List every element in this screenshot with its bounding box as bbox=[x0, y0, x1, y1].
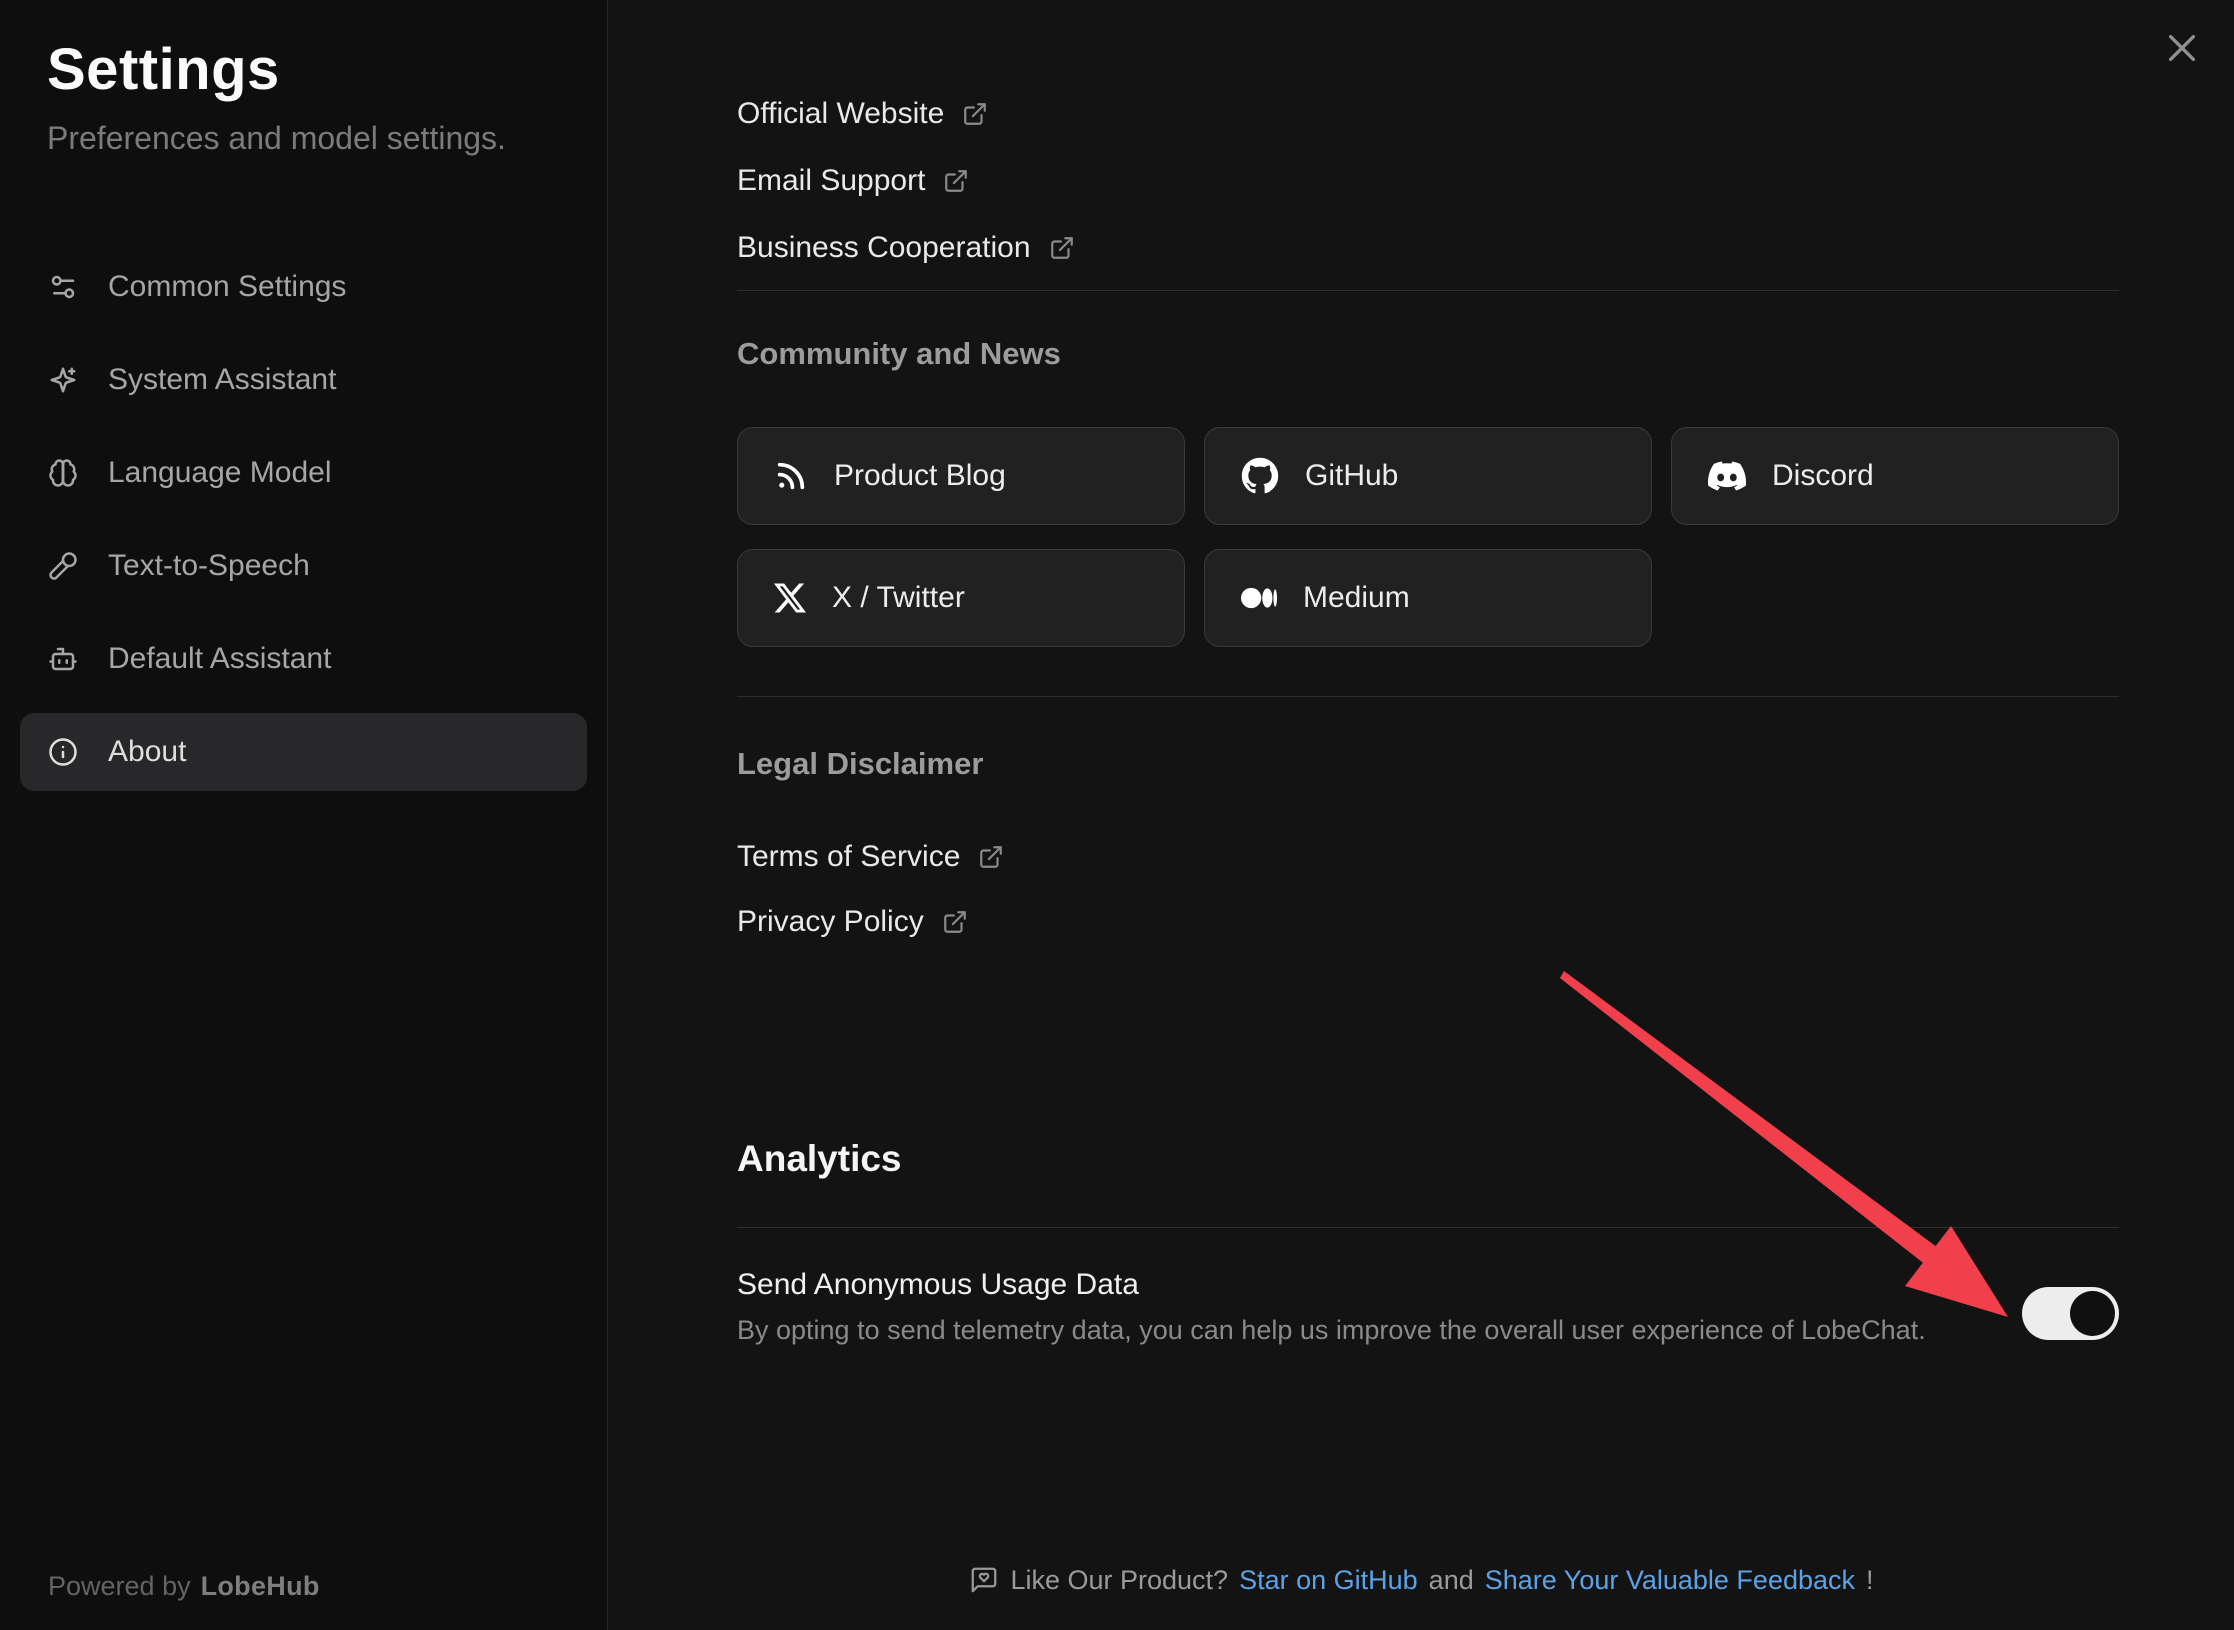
button-label: X / Twitter bbox=[832, 581, 965, 615]
link-label: Privacy Policy bbox=[737, 905, 924, 939]
external-link-icon bbox=[943, 168, 969, 194]
email-support-link[interactable]: Email Support bbox=[737, 159, 2119, 203]
github-button[interactable]: GitHub bbox=[1204, 427, 1652, 525]
sidebar-item-label: Default Assistant bbox=[108, 642, 331, 676]
sidebar-item-label: Text-to-Speech bbox=[108, 549, 310, 583]
sidebar-item-label: About bbox=[108, 735, 186, 769]
button-label: Product Blog bbox=[834, 459, 1006, 493]
usage-data-toggle[interactable] bbox=[2022, 1287, 2119, 1340]
link-label: Terms of Service bbox=[737, 840, 960, 874]
analytics-setting-text: Send Anonymous Usage Data By opting to s… bbox=[737, 1264, 2022, 1349]
analytics-setting-row: Send Anonymous Usage Data By opting to s… bbox=[737, 1264, 2119, 1349]
toggle-knob bbox=[2070, 1291, 2115, 1336]
usage-data-label: Send Anonymous Usage Data bbox=[737, 1264, 2022, 1306]
community-buttons: Product Blog GitHub Discord X / Twitter … bbox=[737, 427, 2119, 647]
footer-text: and bbox=[1429, 1562, 1474, 1598]
sidebar-item-common-settings[interactable]: Common Settings bbox=[20, 248, 587, 326]
sidebar-item-default-assistant[interactable]: Default Assistant bbox=[20, 620, 587, 698]
contact-links: Official Website Email Support Business … bbox=[737, 92, 2119, 270]
rss-icon bbox=[774, 459, 808, 493]
lobehub-brand[interactable]: LobeHub bbox=[201, 1571, 320, 1602]
settings-nav: Common Settings System Assistant Languag… bbox=[20, 248, 587, 791]
bot-icon bbox=[48, 644, 78, 674]
github-icon bbox=[1241, 457, 1279, 495]
sparkles-icon bbox=[48, 365, 78, 395]
sidebar-item-label: System Assistant bbox=[108, 363, 336, 397]
external-link-icon bbox=[942, 909, 968, 935]
section-divider bbox=[737, 1227, 2119, 1228]
contact-us-title: Contact Us bbox=[737, 0, 2119, 8]
button-label: Medium bbox=[1303, 581, 1410, 615]
terms-of-service-link[interactable]: Terms of Service bbox=[737, 835, 2119, 879]
sidebar-item-language-model[interactable]: Language Model bbox=[20, 434, 587, 512]
product-blog-button[interactable]: Product Blog bbox=[737, 427, 1185, 525]
legal-links: Terms of Service Privacy Policy bbox=[737, 835, 2119, 944]
business-cooperation-link[interactable]: Business Cooperation bbox=[737, 226, 2119, 270]
link-label: Business Cooperation bbox=[737, 231, 1031, 265]
feedback-footer: Like Our Product? Star on GitHub and Sha… bbox=[609, 1562, 2234, 1598]
powered-by: Powered by LobeHub bbox=[48, 1571, 320, 1602]
link-label: Email Support bbox=[737, 164, 925, 198]
button-label: Discord bbox=[1772, 459, 1874, 493]
legal-title: Legal Disclaimer bbox=[737, 742, 2119, 786]
sliders-icon bbox=[48, 272, 78, 302]
page-title: Settings bbox=[47, 34, 560, 106]
x-twitter-icon bbox=[774, 582, 806, 614]
sidebar-item-text-to-speech[interactable]: Text-to-Speech bbox=[20, 527, 587, 605]
mic-icon bbox=[48, 551, 78, 581]
medium-button[interactable]: Medium bbox=[1204, 549, 1652, 647]
message-heart-icon bbox=[969, 1565, 999, 1595]
settings-page: { "sidebar": { "title": "Settings", "sub… bbox=[0, 0, 2234, 1630]
discord-button[interactable]: Discord bbox=[1671, 427, 2119, 525]
sidebar-item-system-assistant[interactable]: System Assistant bbox=[20, 341, 587, 419]
star-on-github-link[interactable]: Star on GitHub bbox=[1239, 1562, 1418, 1598]
footer-text: Like Our Product? bbox=[1010, 1562, 1228, 1598]
sidebar-item-about[interactable]: About bbox=[20, 713, 587, 791]
section-divider bbox=[737, 696, 2119, 697]
close-icon bbox=[2165, 31, 2199, 65]
button-label: GitHub bbox=[1305, 459, 1398, 493]
close-button[interactable] bbox=[2154, 20, 2210, 76]
analytics-title: Analytics bbox=[737, 1134, 2119, 1184]
official-website-link[interactable]: Official Website bbox=[737, 92, 2119, 136]
link-label: Official Website bbox=[737, 97, 944, 131]
community-title: Community and News bbox=[737, 332, 2119, 376]
privacy-policy-link[interactable]: Privacy Policy bbox=[737, 900, 2119, 944]
external-link-icon bbox=[978, 844, 1004, 870]
footer-text: ! bbox=[1866, 1562, 1874, 1598]
share-feedback-link[interactable]: Share Your Valuable Feedback bbox=[1485, 1562, 1855, 1598]
medium-icon bbox=[1241, 580, 1277, 616]
brain-icon bbox=[48, 458, 78, 488]
sidebar-item-label: Language Model bbox=[108, 456, 332, 490]
info-icon bbox=[48, 737, 78, 767]
section-divider bbox=[737, 290, 2119, 291]
settings-sidebar: Settings Preferences and model settings.… bbox=[0, 0, 608, 1630]
discord-icon bbox=[1708, 457, 1746, 495]
usage-data-description: By opting to send telemetry data, you ca… bbox=[737, 1311, 2022, 1349]
external-link-icon bbox=[962, 101, 988, 127]
external-link-icon bbox=[1049, 235, 1075, 261]
sidebar-item-label: Common Settings bbox=[108, 270, 346, 304]
x-twitter-button[interactable]: X / Twitter bbox=[737, 549, 1185, 647]
powered-by-text: Powered by bbox=[48, 1571, 191, 1602]
about-panel: Contact Us Official Website Email Suppor… bbox=[609, 0, 2234, 1630]
page-subtitle: Preferences and model settings. bbox=[47, 116, 560, 160]
